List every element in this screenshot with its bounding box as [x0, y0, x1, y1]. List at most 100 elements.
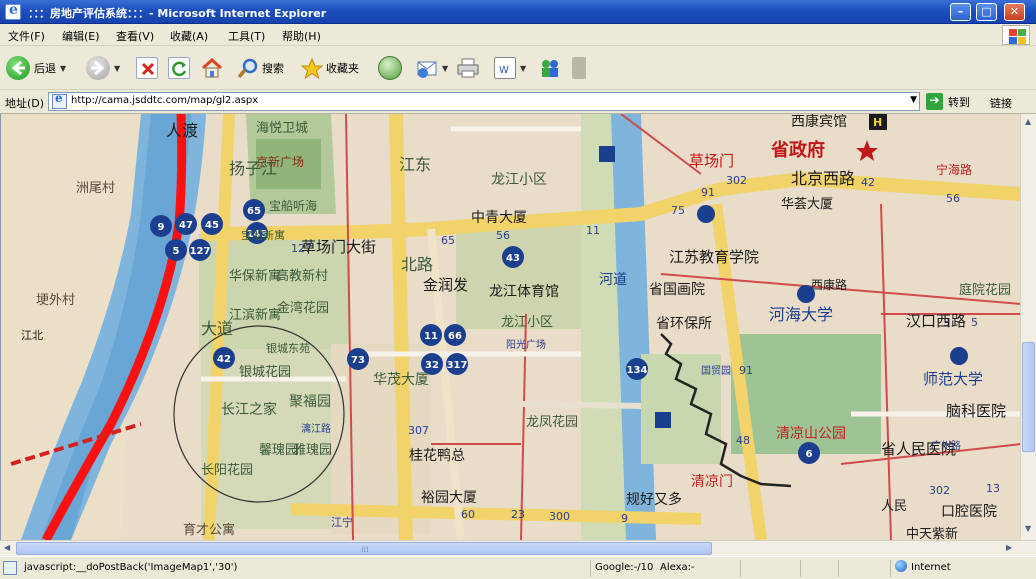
bus-route-label: 5: [173, 246, 180, 257]
scroll-left-icon[interactable]: ◀: [4, 543, 10, 552]
vertical-scroll-thumb[interactable]: [1022, 342, 1035, 452]
menu-help[interactable]: 帮助(H): [282, 28, 321, 44]
map-label: 汉口西路: [906, 312, 966, 330]
road-route-label: 56: [496, 229, 510, 242]
horizontal-scroll-thumb[interactable]: ⁞⁞⁞: [16, 542, 712, 555]
mail-button[interactable]: ▼: [416, 54, 448, 82]
map-label: 省政府: [770, 139, 825, 161]
map-label: 口腔医院: [941, 504, 997, 520]
map-label: 西康路: [811, 277, 847, 292]
map-label: 海悦卫城: [256, 121, 308, 136]
map-label: 洲尾村: [76, 181, 115, 196]
menu-edit[interactable]: 编辑(E): [62, 28, 100, 44]
minimize-button[interactable]: –: [950, 3, 971, 21]
horizontal-scrollbar[interactable]: ◀ ⁞⁞⁞ ▶: [0, 540, 1036, 556]
go-arrow-icon: ➔: [926, 93, 943, 110]
address-bar: 地址(D) http://cama.jsddtc.com/map/gl2.asp…: [0, 90, 1036, 114]
road-route-label: 23: [511, 508, 525, 521]
road-route-label: 60: [461, 508, 475, 521]
map-label: 清凉门: [691, 474, 733, 490]
map-label: 龙江体育馆: [489, 284, 559, 300]
map-label: 银城花园: [239, 364, 291, 380]
mail-icon: [416, 57, 438, 79]
title-bar[interactable]: ：：：房地产评估系统：：：- Microsoft Internet Explor…: [0, 0, 1036, 24]
menu-tools[interactable]: 工具(T): [228, 28, 265, 44]
status-pane-empty: [838, 560, 843, 577]
bus-route-label: 9: [158, 222, 165, 233]
map-label: 草场门: [689, 152, 734, 170]
map-label: 江宁: [331, 515, 353, 529]
road-route-label: 91: [701, 186, 715, 199]
stop-icon: [136, 57, 158, 79]
scroll-up-icon[interactable]: ▲: [1025, 117, 1031, 126]
scroll-right-icon[interactable]: ▶: [1006, 543, 1012, 552]
search-button[interactable]: 搜索: [236, 54, 284, 82]
favorites-button[interactable]: 收藏夹: [300, 54, 359, 82]
address-url[interactable]: http://cama.jsddtc.com/map/gl2.aspx: [71, 95, 258, 106]
forward-arrow-icon: [86, 56, 110, 80]
menu-favorites[interactable]: 收藏(A): [170, 28, 208, 44]
refresh-button[interactable]: [168, 54, 190, 82]
map-label: 大道: [201, 319, 233, 338]
status-text: javascript:__doPostBack('ImageMap1','30'…: [24, 562, 238, 573]
messenger-button[interactable]: [538, 54, 560, 82]
forward-button[interactable]: ▼: [86, 54, 120, 82]
menu-file[interactable]: 文件(F): [8, 28, 45, 44]
ie-icon[interactable]: [5, 2, 21, 20]
menu-view[interactable]: 查看(V): [116, 28, 154, 44]
map-label: 宝船新寓: [241, 228, 285, 242]
bus-route-label: 45: [205, 220, 219, 231]
city-map[interactable]: 9 47 45 5 127 65 143 43 11 66 32 317 73 …: [1, 114, 1021, 540]
address-input[interactable]: http://cama.jsddtc.com/map/gl2.aspx ▼: [48, 91, 920, 111]
road-route-label: 11: [586, 224, 600, 237]
ferry-icon: [599, 146, 615, 162]
map-label: 江滨新寓: [229, 307, 281, 323]
map-label: 宁海路: [936, 162, 972, 177]
links-button[interactable]: 链接: [990, 95, 1012, 111]
print-button[interactable]: [456, 54, 479, 82]
status-bar: javascript:__doPostBack('ImageMap1','30'…: [0, 556, 1036, 579]
map-label: 雅瑰园: [293, 442, 332, 458]
map-label: 聚福园: [289, 394, 331, 410]
stop-button[interactable]: [136, 54, 158, 82]
road-route-label: 300: [549, 510, 570, 523]
map-label: 江北: [21, 329, 43, 342]
back-button[interactable]: 后退 ▼: [6, 54, 66, 82]
road-route-label: 56: [946, 192, 960, 205]
grip-icon: ⁞⁞⁞: [361, 545, 369, 554]
map-label: 广州路: [931, 439, 961, 452]
bus-route-label: 32: [425, 360, 439, 371]
mail-dropdown-icon[interactable]: ▼: [442, 64, 448, 73]
map-label: 漓江路: [301, 422, 331, 435]
home-button[interactable]: [200, 54, 222, 82]
research-button[interactable]: [572, 54, 586, 82]
edit-button[interactable]: W ▼: [494, 54, 526, 82]
go-label: 转到: [948, 95, 970, 109]
search-icon: [236, 57, 258, 79]
school-icon: [797, 285, 815, 303]
road-route-label: 13: [986, 482, 1000, 495]
forward-dropdown-icon[interactable]: ▼: [114, 64, 120, 73]
address-dropdown-icon[interactable]: ▼: [910, 95, 917, 105]
address-label: 地址(D): [5, 97, 45, 110]
status-pane-empty: [740, 560, 745, 577]
map-label: 裕园大厦: [421, 490, 477, 506]
media-icon: [378, 56, 402, 80]
go-button[interactable]: ➔ 转到: [926, 93, 970, 110]
road-route-label: 91: [739, 364, 753, 377]
maximize-button[interactable]: □: [976, 3, 997, 21]
back-dropdown-icon[interactable]: ▼: [60, 64, 66, 73]
scroll-down-icon[interactable]: ▼: [1025, 524, 1031, 533]
map-label: 师范大学: [923, 370, 983, 388]
edit-dropdown-icon[interactable]: ▼: [520, 64, 526, 73]
media-button[interactable]: [378, 54, 402, 82]
map-label: 宝船听海: [269, 198, 317, 213]
map-label: 中青大厦: [471, 210, 527, 226]
vertical-scrollbar[interactable]: ▲ ▼: [1020, 114, 1036, 540]
globe-icon: [895, 560, 907, 572]
road-route-label: 307: [408, 424, 429, 437]
bus-route-label: 134: [627, 365, 648, 376]
toolbar: 后退 ▼ ▼ 搜索 收藏夹 ▼ W ▼: [0, 46, 1036, 90]
close-button[interactable]: ✕: [1004, 3, 1025, 21]
map-label: 规好又多: [626, 491, 682, 508]
